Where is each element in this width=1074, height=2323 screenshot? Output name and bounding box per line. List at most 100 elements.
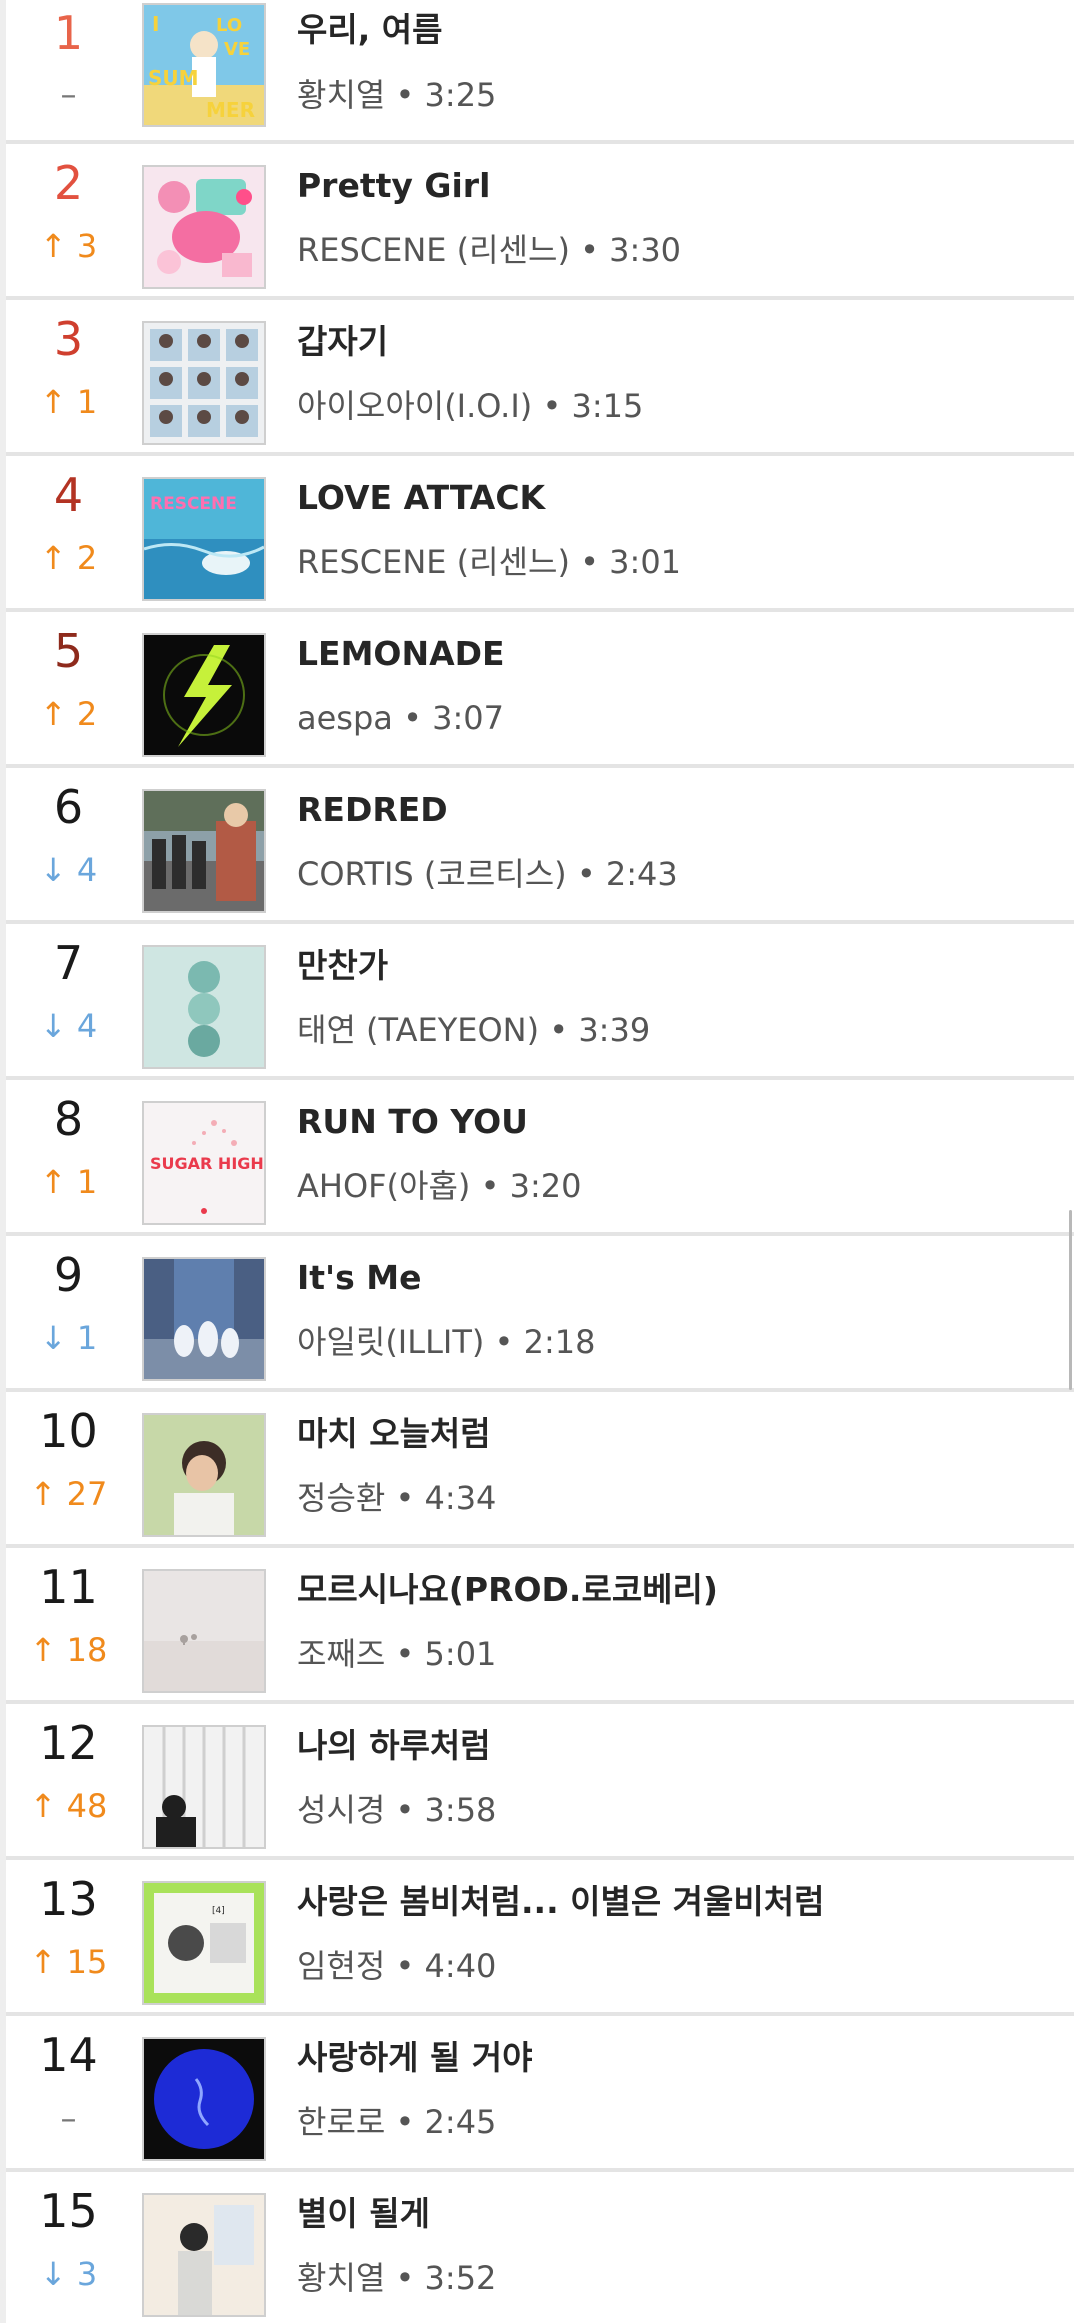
rank-column: 8 ↑ 1 [6, 1080, 131, 1232]
song-title[interactable]: LEMONADE [297, 632, 505, 676]
album-cover-mint-circles-icon[interactable] [142, 945, 266, 1069]
rank-column: 1– [6, 0, 131, 140]
album-cover-piano-room-icon[interactable] [142, 2193, 266, 2317]
chart-row[interactable]: 10 ↑ 27 마치 오늘처럼정승환 • 4:34 [6, 1392, 1074, 1548]
duration: 3:39 [578, 1011, 651, 1049]
meta-separator: • [395, 2103, 415, 2141]
song-title[interactable]: 갑자기 [297, 320, 388, 364]
artist-name[interactable]: CORTIS (코르티스) [297, 855, 567, 893]
meta-separator: • [395, 2259, 415, 2297]
chart-row[interactable]: 3 ↑ 1 갑자기 아이오아이(I.O.I) • 3:15 [6, 300, 1074, 456]
song-title[interactable]: It's Me [297, 1256, 422, 1300]
artist-name[interactable]: 임현정 [297, 1947, 385, 1985]
song-meta: 성시경 • 3:58 [297, 1789, 496, 1831]
chart-row[interactable]: 9 ↓ 1 It's Me 아일릿(ILLIT) • 2:18 [6, 1236, 1074, 1392]
song-title[interactable]: 사랑하게 될 거야 [297, 2036, 533, 2080]
album-cover-street-ghosts-icon[interactable] [142, 1257, 266, 1381]
song-meta: 정승환 • 4:34 [297, 1477, 496, 1519]
song-title[interactable]: RUN TO YOU [297, 1100, 528, 1144]
song-meta: 임현정 • 4:40 [297, 1945, 496, 1987]
artist-name[interactable]: 성시경 [297, 1791, 385, 1829]
duration: 3:25 [424, 76, 497, 114]
rank-number: 3 [53, 312, 84, 366]
album-cover-sugar-high-icon[interactable]: SUGAR HIGH [142, 1101, 266, 1225]
chart-row[interactable]: 14 – 사랑하게 될 거야 한로로 • 2:45 [6, 2016, 1074, 2172]
artist-name[interactable]: 황치열 [297, 2259, 385, 2297]
chart-row[interactable]: 4 ↑ 2 RESCENE LOVE ATTACK RESCENE (리센느) • 3:… [6, 456, 1074, 612]
album-cover-blue-circle-icon[interactable] [142, 2037, 266, 2161]
chart-row[interactable]: 12 ↑ 48 나의 하루처럼성시경 • 3:58 [6, 1704, 1074, 1860]
chart-row[interactable]: 7 ↓ 4 만찬가 태연 (TAEYEON) • 3:39 [6, 924, 1074, 1080]
artist-name[interactable]: 조째즈 [297, 1635, 385, 1673]
chart-row[interactable]: 5 ↑ 2 LEMONADE aespa • 3:07 [6, 612, 1074, 768]
album-cover-curtain-room-icon[interactable] [142, 1725, 266, 1849]
rank-column: 11 ↑ 18 [6, 1548, 131, 1700]
song-title[interactable]: 우리, 여름 [297, 8, 442, 52]
song-title[interactable]: 사랑은 봄비처럼... 이별은 겨울비처럼 [297, 1880, 824, 1924]
song-title[interactable]: Pretty Girl [297, 164, 490, 208]
song-title[interactable]: 나의 하루처럼 [297, 1724, 491, 1768]
artist-name[interactable]: RESCENE (리센느) [297, 543, 570, 581]
rank-change: ↑ 1 [39, 383, 98, 421]
chart-row[interactable]: 11 ↑ 18 모르시나요(PROD.로코베리) 조째즈 • 5:01 [6, 1548, 1074, 1704]
song-meta: RESCENE (리센느) • 3:30 [297, 229, 681, 271]
rank-column: 4 ↑ 2 [6, 456, 131, 608]
meta-separator: • [580, 231, 599, 269]
svg-text:MER: MER [206, 98, 255, 122]
meta-separator: • [580, 543, 599, 581]
chart-row[interactable]: 1– I LO VE SUM MER 우리, 여름 황치열 • 3:25 [6, 0, 1074, 144]
song-meta: 아일릿(ILLIT) • 2:18 [297, 1321, 595, 1363]
album-cover-group-grid-icon[interactable] [142, 321, 266, 445]
rank-number: 12 [39, 1716, 98, 1770]
album-cover-blue-water-icon[interactable]: RESCENE [142, 477, 266, 601]
album-cover-portrait-green-icon[interactable] [142, 1413, 266, 1537]
album-cover-pink-collage-icon[interactable] [142, 165, 266, 289]
chart-row[interactable]: 15 ↓ 3 별이 될게황치열 • 3:52 [6, 2172, 1074, 2323]
svg-text:I: I [152, 12, 159, 36]
duration: 5:01 [424, 1635, 497, 1673]
rank-column: 10 ↑ 27 [6, 1392, 131, 1544]
album-cover-i-love-summer-icon[interactable]: I LO VE SUM MER [142, 3, 266, 127]
song-meta: RESCENE (리센느) • 3:01 [297, 541, 681, 583]
rank-number: 13 [39, 1872, 98, 1926]
song-title[interactable]: 모르시나요(PROD.로코베리) [297, 1568, 718, 1612]
song-title[interactable]: REDRED [297, 788, 448, 832]
song-meta: 황치열 • 3:52 [297, 2257, 496, 2299]
artist-name[interactable]: aespa [297, 699, 393, 737]
meta-separator: • [480, 1167, 500, 1205]
rank-column: 15 ↓ 3 [6, 2172, 131, 2323]
song-title[interactable]: LOVE ATTACK [297, 476, 545, 520]
duration: 3:15 [571, 387, 644, 425]
album-cover-group-street-icon[interactable] [142, 789, 266, 913]
svg-text:LO: LO [216, 15, 242, 36]
song-meta: 한로로 • 2:45 [297, 2101, 496, 2143]
chart-row[interactable]: 6 ↓ 4 REDRED CORTIS (코르티스) • 2:43 [6, 768, 1074, 924]
scrollbar-thumb[interactable] [1069, 1210, 1072, 1390]
song-title[interactable]: 별이 될게 [297, 2192, 430, 2236]
chart-row[interactable]: 8 ↑ 1 SUGAR HIGH RUN TO YOU AHOF(아홉) • 3:20 [6, 1080, 1074, 1236]
song-title[interactable]: 마치 오늘처럼 [297, 1412, 491, 1456]
artist-name[interactable]: 황치열 [297, 76, 385, 114]
album-cover-green-lightning-icon[interactable] [142, 633, 266, 757]
chart-row[interactable]: 13 ↑ 15 [4] 사랑은 봄비처럼... 이별은 겨울비처럼 임현정 • 4:40 [6, 1860, 1074, 2016]
meta-separator: • [395, 1635, 415, 1673]
artist-name[interactable]: 정승환 [297, 1479, 385, 1517]
rank-number: 9 [53, 1248, 84, 1302]
rank-change: ↓ 1 [39, 1319, 98, 1357]
rank-change: ↓ 3 [39, 2255, 98, 2293]
rank-change: – [60, 2099, 77, 2137]
artist-name[interactable]: AHOF(아홉) [297, 1167, 470, 1205]
duration: 3:30 [609, 231, 682, 269]
artist-name[interactable]: RESCENE (리센느) [297, 231, 570, 269]
album-cover-lime-frame-icon[interactable]: [4] [142, 1881, 266, 2005]
album-cover-misty-field-icon[interactable] [142, 1569, 266, 1693]
artist-name[interactable]: 한로로 [297, 2103, 385, 2141]
artist-name[interactable]: 태연 (TAEYEON) [297, 1011, 539, 1049]
rank-column: 12 ↑ 48 [6, 1704, 131, 1856]
chart-row[interactable]: 2 ↑ 3 Pretty Girl RESCENE (리센느) • 3:30 [6, 144, 1074, 300]
meta-separator: • [576, 855, 596, 893]
song-meta: 태연 (TAEYEON) • 3:39 [297, 1009, 650, 1051]
song-title[interactable]: 만찬가 [297, 944, 388, 988]
artist-name[interactable]: 아이오아이(I.O.I) [297, 387, 532, 425]
artist-name[interactable]: 아일릿(ILLIT) [297, 1323, 484, 1361]
